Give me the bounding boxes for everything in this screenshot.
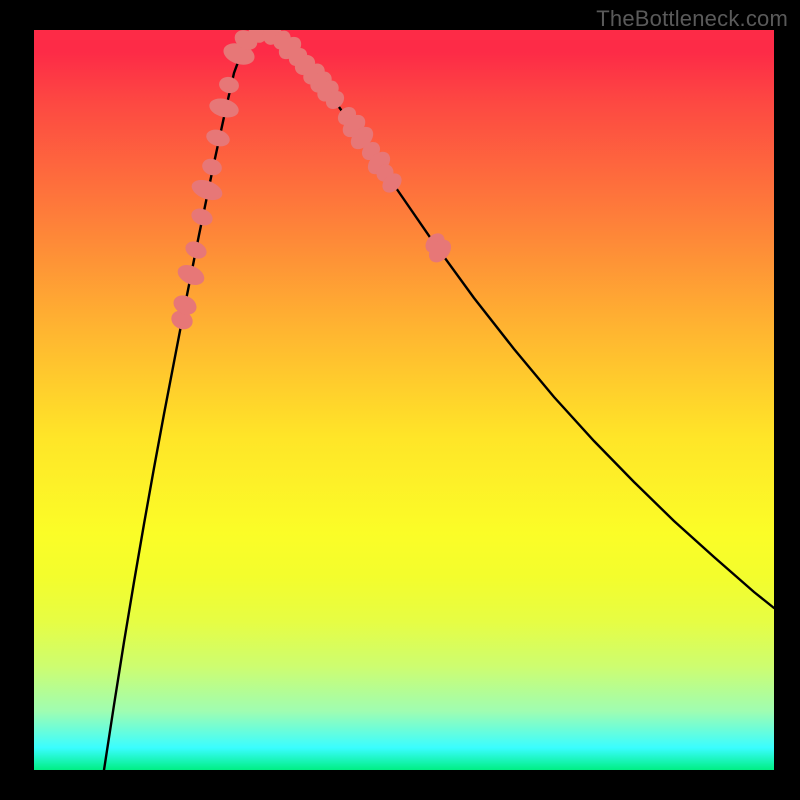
curve-marker (200, 156, 224, 177)
curve-marker (204, 127, 231, 149)
curve-svg (34, 30, 774, 770)
curve-marker (183, 238, 210, 262)
curve-marker (189, 205, 215, 228)
curve-marker (175, 261, 208, 289)
watermark-label: TheBottleneck.com (596, 6, 788, 32)
plot-area (34, 30, 774, 770)
curve-marker (218, 75, 241, 95)
curve-marker (207, 96, 240, 121)
bottleneck-curve (104, 30, 774, 770)
chart-frame: TheBottleneck.com (0, 0, 800, 800)
